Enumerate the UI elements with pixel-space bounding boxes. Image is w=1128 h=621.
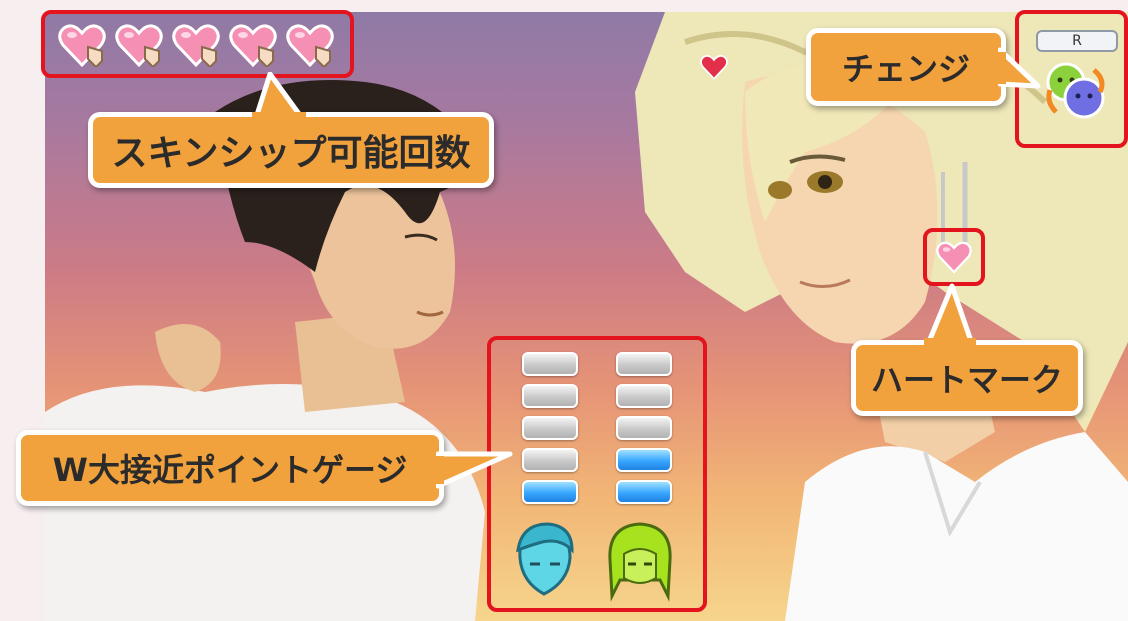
gauge-segment-filled — [616, 480, 672, 504]
heart-hand-icon — [229, 24, 277, 67]
right-character-gauge — [616, 352, 672, 512]
gauge-segment-empty — [522, 448, 578, 472]
screenshot-stage: スキンシップ可能回数 R チェンジ ハートマーク W大接近ポイントゲージ — [0, 0, 1128, 621]
heart-hand-icon — [115, 24, 163, 67]
callout-skinship-count: スキンシップ可能回数 — [88, 112, 494, 188]
gauge-segment-empty — [616, 352, 672, 376]
callout-heart-mark: ハートマーク — [851, 340, 1083, 416]
callout-w-approach-gauge: W大接近ポイントゲージ — [16, 430, 444, 506]
gauge-segment-empty — [522, 416, 578, 440]
left-character-face-icon — [516, 522, 574, 596]
callout-tail-change — [998, 47, 1041, 89]
callout-tail-skinship — [252, 72, 306, 120]
small-heart-icon — [700, 54, 728, 80]
callout-change: チェンジ — [806, 28, 1006, 106]
heart-hand-icon — [286, 24, 334, 67]
heart-hand-icon — [58, 24, 106, 67]
gauge-segment-empty — [616, 384, 672, 408]
heart-hand-icon — [172, 24, 220, 67]
change-character-icon[interactable] — [1042, 58, 1110, 124]
right-character-face-icon — [608, 522, 672, 602]
gauge-segment-filled — [522, 480, 578, 504]
change-key-badge: R — [1036, 30, 1118, 52]
gauge-segment-empty — [616, 416, 672, 440]
callout-tail-heart-mark — [924, 283, 976, 346]
gauge-segment-empty — [522, 384, 578, 408]
left-character-gauge — [522, 352, 578, 512]
gauge-segment-filled — [616, 448, 672, 472]
callout-tail-gauge — [436, 451, 513, 489]
gauge-segment-empty — [522, 352, 578, 376]
heart-mark-icon[interactable] — [936, 240, 972, 274]
